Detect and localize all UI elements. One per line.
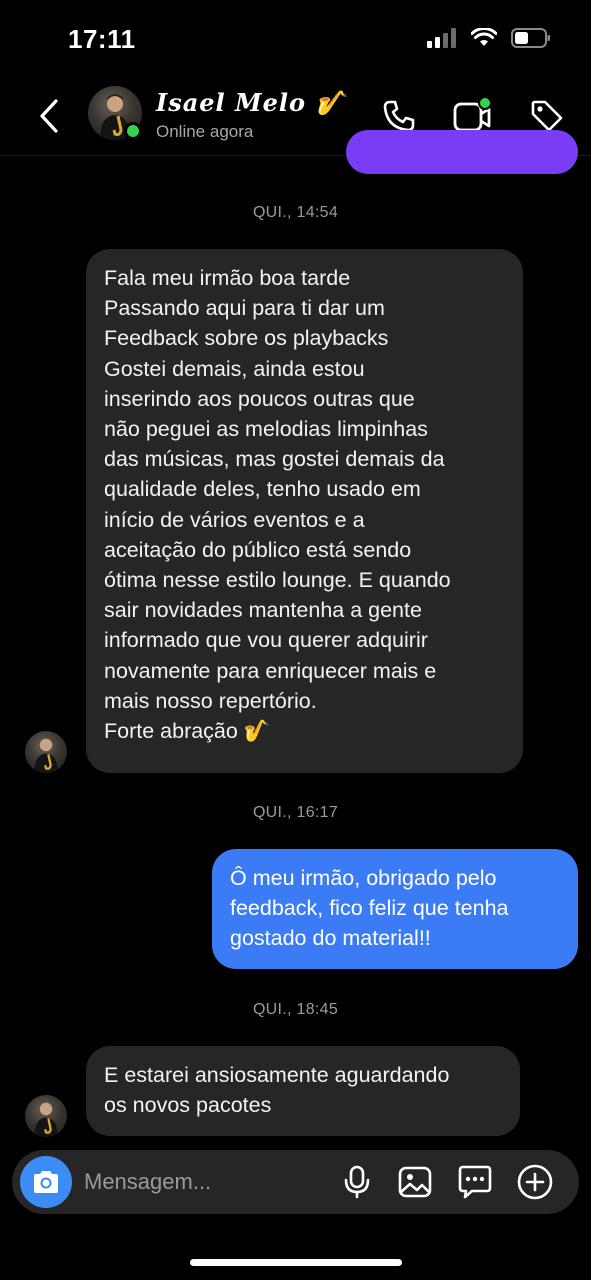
message-line: ótima nesse estilo lounge. E quando — [104, 568, 451, 593]
contact-name[interactable]: Isael Melo 🎷 — [156, 88, 346, 117]
online-indicator — [124, 122, 142, 140]
message-line: Ô meu irmão, obrigado pelo — [230, 866, 497, 890]
message-line: não peguei as melodias limpinhas — [104, 417, 428, 442]
message-line: Fala meu irmão boa tarde — [104, 266, 351, 290]
wifi-icon — [471, 28, 497, 46]
back-button[interactable] — [32, 96, 66, 136]
sender-avatar[interactable] — [25, 731, 67, 773]
sticker-button[interactable] — [457, 1164, 493, 1200]
message-line: Feedback sobre os playbacks — [104, 326, 389, 351]
message-line: novamente para enriquecer mais e — [104, 658, 437, 683]
contact-status: Online agora — [156, 122, 254, 141]
timestamp: QUI., 16:17 — [252, 804, 339, 821]
message-line: Passando aqui para ti dar um — [104, 296, 385, 321]
status-time: 17:11 — [68, 24, 136, 54]
contact-avatar[interactable] — [88, 86, 144, 142]
message-line: das músicas, mas gostei demais da — [104, 447, 445, 472]
message-line: aceitação do público está sendo — [104, 537, 412, 562]
back-chevron-icon — [40, 99, 58, 133]
message-line: E estarei ansiosamente aguardando — [104, 1063, 450, 1087]
status-bar: 17:11 — [0, 0, 591, 80]
message-line: início de vários eventos e a — [104, 507, 365, 532]
incoming-message[interactable]: Fala meu irmão boa tarde Passando aqui p… — [86, 249, 523, 773]
incoming-message[interactable]: E estarei ansiosamente aguardando os nov… — [86, 1046, 520, 1136]
timestamp: QUI., 14:54 — [252, 204, 339, 221]
message-line: mais nosso repertório. — [104, 688, 317, 713]
sticker-icon — [458, 1165, 492, 1199]
home-indicator[interactable] — [190, 1259, 402, 1266]
status-icons — [427, 28, 551, 48]
phone-icon — [383, 100, 415, 132]
message-line: feedback, fico feliz que tenha — [230, 896, 509, 921]
microphone-icon — [344, 1165, 370, 1199]
gallery-icon — [398, 1166, 432, 1198]
message-line: os novos pacotes — [104, 1093, 272, 1118]
message-composer — [12, 1150, 579, 1214]
plus-icon — [517, 1164, 553, 1200]
tag-icon — [531, 100, 563, 132]
message-line: sair novidades mantenha a gente — [104, 598, 422, 623]
message-line: qualidade deles, tenho usado em — [104, 477, 421, 502]
message-input[interactable] — [84, 1164, 334, 1200]
message-line: Forte abração 🎷 — [104, 719, 271, 744]
message-line: Gostei demais, ainda estou — [104, 356, 365, 381]
camera-icon — [34, 1171, 58, 1193]
previous-sent-message[interactable] — [346, 130, 578, 174]
gallery-button[interactable] — [397, 1164, 433, 1200]
camera-button[interactable] — [20, 1156, 72, 1208]
outgoing-message[interactable]: Ô meu irmão, obrigado pelo feedback, fic… — [212, 849, 578, 969]
message-line: informado que vou querer adquirir — [104, 628, 428, 653]
signal-icon — [427, 28, 456, 48]
voice-message-button[interactable] — [339, 1164, 375, 1200]
sender-avatar[interactable] — [25, 1095, 67, 1137]
timestamp: QUI., 18:45 — [252, 1001, 339, 1018]
more-options-button[interactable] — [517, 1164, 553, 1200]
battery-icon — [511, 28, 550, 48]
message-line: inserindo aos poucos outras que — [104, 386, 415, 411]
message-line: gostado do material!! — [230, 926, 431, 951]
